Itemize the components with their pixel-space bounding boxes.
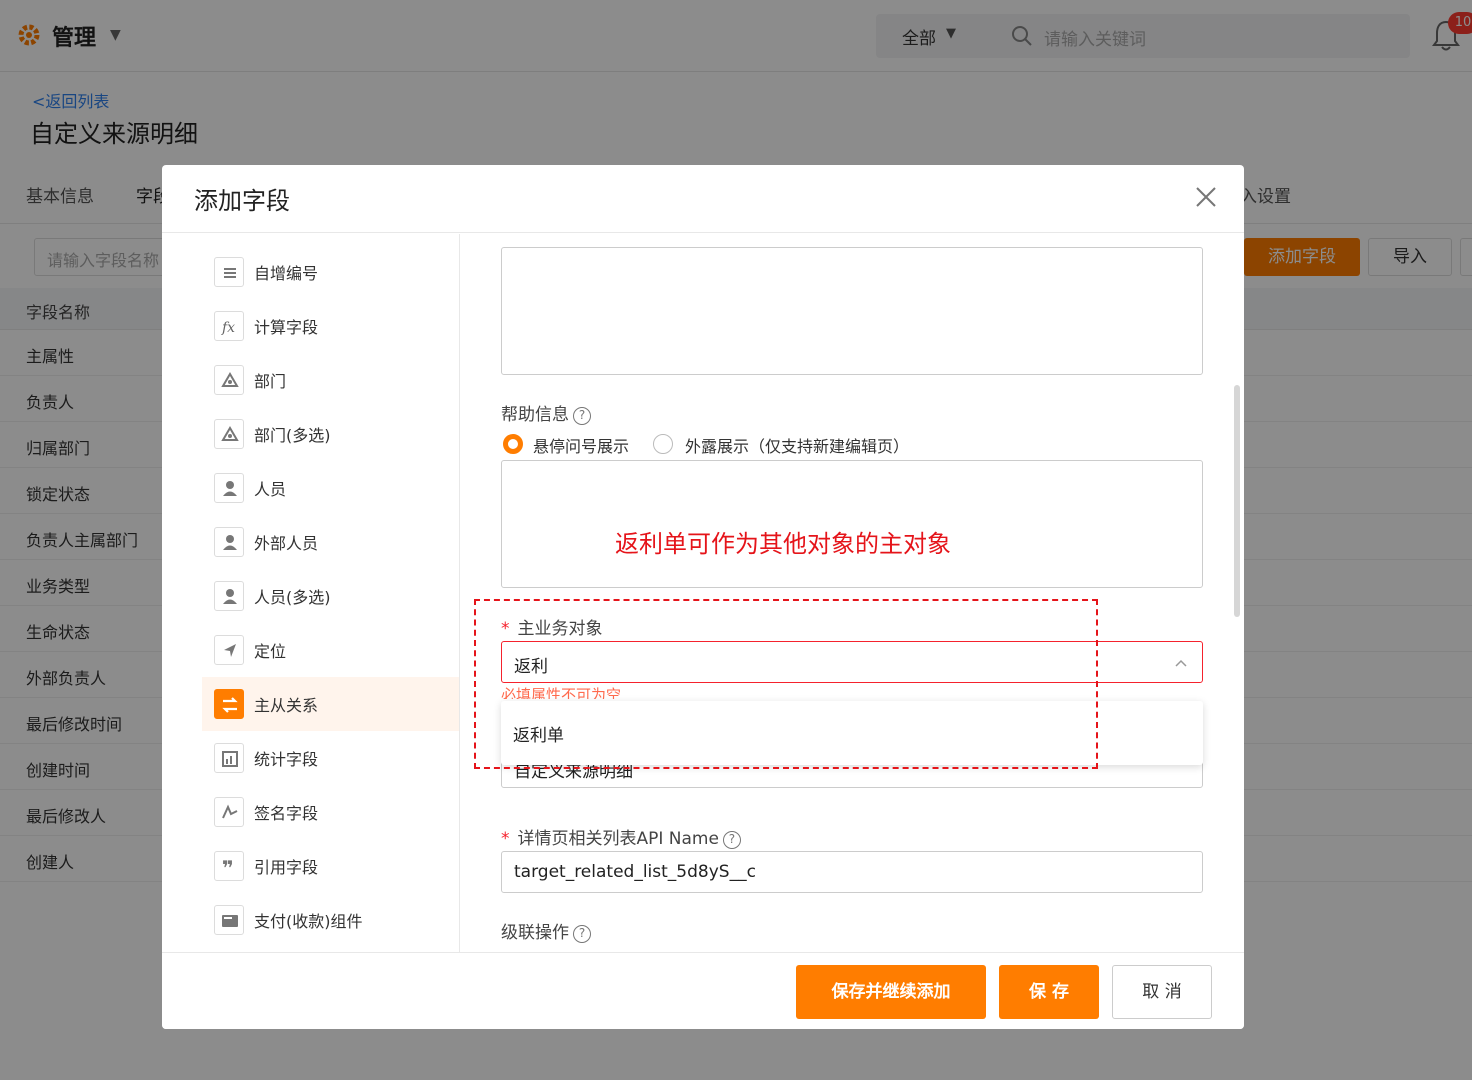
field-type-label: 引用字段 bbox=[254, 858, 319, 877]
field-type-label: 主从关系 bbox=[254, 696, 319, 715]
radio-hover-display-label: 悬停问号展示 bbox=[533, 437, 630, 456]
dialog-title: 添加字段 bbox=[194, 187, 290, 215]
chart-icon bbox=[214, 743, 244, 773]
person-icon bbox=[214, 527, 244, 557]
cancel-button[interactable]: 取 消 bbox=[1112, 965, 1212, 1019]
save-button[interactable]: 保 存 bbox=[999, 965, 1099, 1019]
field-type-label: 部门(多选) bbox=[254, 426, 331, 445]
department-icon bbox=[214, 365, 244, 395]
highlight-annotation-box bbox=[474, 599, 1098, 769]
radio-exposed-display[interactable] bbox=[653, 434, 673, 454]
question-icon[interactable]: ? bbox=[573, 407, 591, 425]
question-icon[interactable]: ? bbox=[573, 925, 591, 943]
svg-text:❞: ❞ bbox=[222, 856, 234, 880]
field-type-department-multi[interactable]: 部门(多选) bbox=[202, 407, 459, 461]
field-type-location[interactable]: 定位 bbox=[202, 623, 459, 677]
dialog-header: 添加字段 bbox=[162, 165, 1244, 233]
field-type-master-detail[interactable]: 主从关系 bbox=[202, 677, 459, 731]
payment-icon bbox=[214, 905, 244, 935]
api-name-label-text: 详情页相关列表API Name bbox=[517, 829, 719, 849]
location-icon bbox=[214, 635, 244, 665]
radio-hover-display[interactable] bbox=[503, 434, 523, 454]
annotation-note: 返利单可作为其他对象的主对象 bbox=[615, 530, 951, 558]
required-marker: * bbox=[501, 829, 510, 849]
field-type-label: 部门 bbox=[254, 372, 287, 391]
dialog-footer: 保存并继续添加 保 存 取 消 bbox=[162, 952, 1244, 1029]
form-scrollbar[interactable] bbox=[1234, 385, 1240, 617]
list-icon bbox=[214, 257, 244, 287]
chevron-up-icon[interactable] bbox=[1174, 656, 1188, 670]
department-icon bbox=[214, 419, 244, 449]
field-type-label: 自增编号 bbox=[254, 264, 319, 283]
add-field-dialog: 添加字段 自增编号 fx 计算字段 部门 部门(多选) 人员 外部人员 人员(多… bbox=[162, 165, 1244, 1029]
help-info-label-text: 帮助信息 bbox=[501, 405, 569, 425]
svg-text:fx: fx bbox=[221, 320, 235, 336]
formula-icon: fx bbox=[214, 311, 244, 341]
field-type-label: 外部人员 bbox=[254, 534, 319, 553]
field-type-label: 定位 bbox=[254, 642, 287, 661]
field-type-list: 自增编号 fx 计算字段 部门 部门(多选) 人员 外部人员 人员(多选) 定位 bbox=[162, 234, 460, 952]
person-icon bbox=[214, 581, 244, 611]
field-type-label: 支付(收款)组件 bbox=[254, 912, 363, 931]
field-type-payment[interactable]: 支付(收款)组件 bbox=[202, 893, 459, 947]
field-type-formula[interactable]: fx 计算字段 bbox=[202, 299, 459, 353]
api-name-input[interactable]: target_related_list_5d8yS__c bbox=[501, 851, 1203, 893]
field-type-label: 人员(多选) bbox=[254, 588, 331, 607]
field-type-auto-number[interactable]: 自增编号 bbox=[202, 245, 459, 299]
field-config-form: 帮助信息? 悬停问号展示 外露展示（仅支持新建编辑页） 返利单可作为其他对象的主… bbox=[461, 234, 1244, 952]
radio-exposed-display-label: 外露展示（仅支持新建编辑页） bbox=[685, 437, 910, 456]
close-icon[interactable] bbox=[1192, 183, 1220, 211]
person-icon bbox=[214, 473, 244, 503]
field-type-person-multi[interactable]: 人员(多选) bbox=[202, 569, 459, 623]
api-name-label: * 详情页相关列表API Name? bbox=[501, 824, 741, 849]
description-textarea[interactable] bbox=[501, 247, 1203, 375]
help-info-label: 帮助信息? bbox=[501, 400, 591, 425]
field-type-quote[interactable]: ❞ 引用字段 bbox=[202, 839, 459, 893]
field-type-label: 计算字段 bbox=[254, 318, 319, 337]
field-type-label: 统计字段 bbox=[254, 750, 319, 769]
signature-icon bbox=[214, 797, 244, 827]
api-name-value: target_related_list_5d8yS__c bbox=[514, 862, 756, 882]
field-type-signature[interactable]: 签名字段 bbox=[202, 785, 459, 839]
field-type-label: 签名字段 bbox=[254, 804, 319, 823]
question-icon[interactable]: ? bbox=[722, 831, 741, 849]
field-type-statistics[interactable]: 统计字段 bbox=[202, 731, 459, 785]
master-detail-icon bbox=[214, 689, 244, 719]
field-type-external-person[interactable]: 外部人员 bbox=[202, 515, 459, 569]
field-type-department[interactable]: 部门 bbox=[202, 353, 459, 407]
field-type-label: 人员 bbox=[254, 480, 287, 499]
field-type-person[interactable]: 人员 bbox=[202, 461, 459, 515]
cascade-label-text: 级联操作 bbox=[501, 923, 569, 943]
cascade-label: 级联操作? bbox=[501, 918, 591, 943]
quote-icon: ❞ bbox=[214, 851, 244, 881]
save-and-continue-button[interactable]: 保存并继续添加 bbox=[796, 965, 986, 1019]
